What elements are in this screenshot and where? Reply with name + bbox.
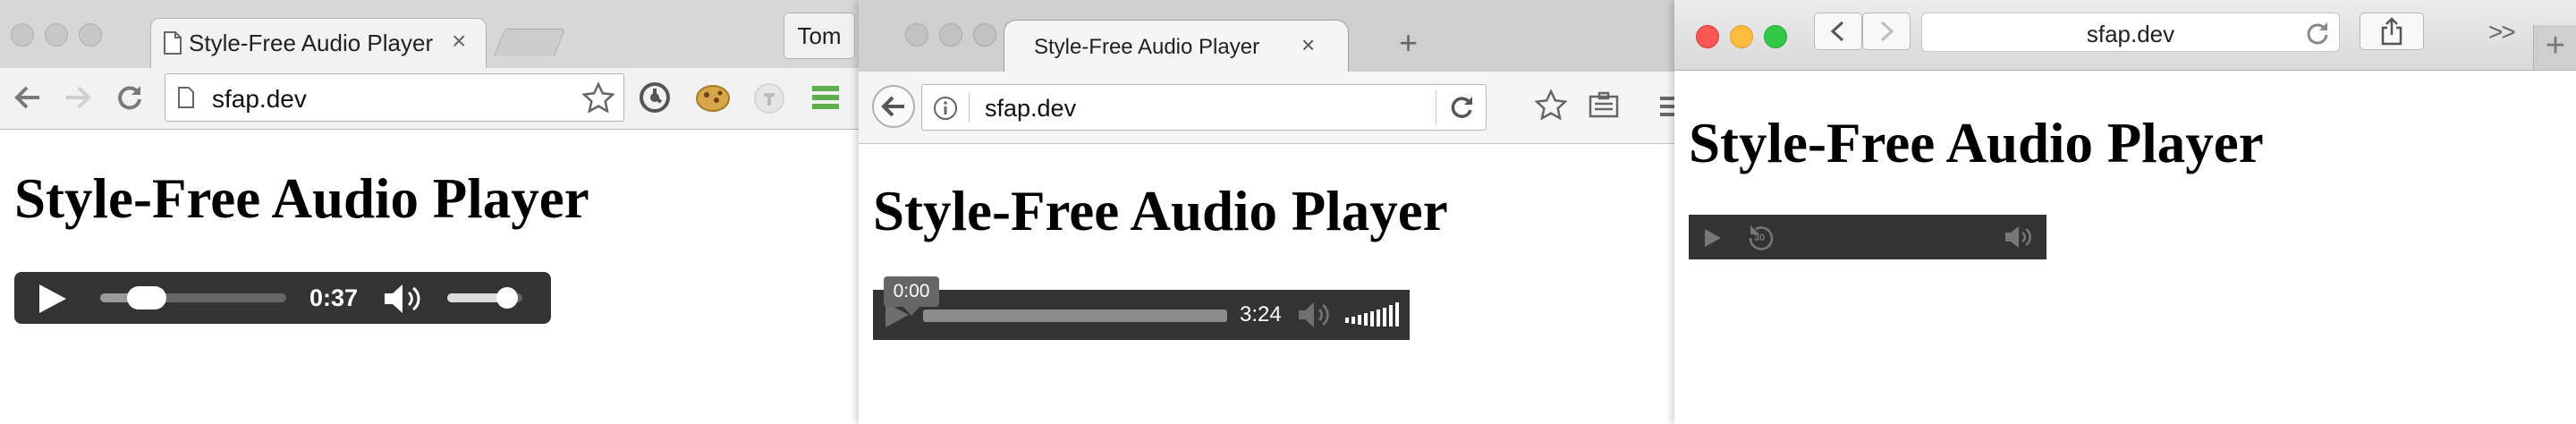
url-bar[interactable]: sfap.dev bbox=[921, 84, 1487, 131]
firefox-tab-strip: Style-Free Audio Player × + bbox=[859, 0, 1674, 73]
volume-level-bars[interactable] bbox=[1345, 301, 1404, 327]
seek-thumb[interactable] bbox=[127, 286, 166, 310]
chrome-tab-strip: Style-Free Audio Player × Tom bbox=[0, 0, 859, 69]
safari-window: sfap.dev >> + Style-Free Audio Player 30 bbox=[1674, 0, 2576, 424]
audio-player: 0:37 bbox=[14, 272, 551, 324]
volume-icon[interactable] bbox=[383, 283, 426, 315]
volume-thumb[interactable] bbox=[496, 287, 519, 309]
window-minimize-button[interactable] bbox=[1730, 25, 1753, 48]
new-tab-button[interactable]: + bbox=[1399, 27, 1418, 59]
forward-icon[interactable] bbox=[64, 84, 93, 111]
forward-button[interactable] bbox=[1862, 13, 1911, 50]
cookie-icon[interactable] bbox=[694, 81, 732, 114]
extension-icon[interactable] bbox=[637, 81, 673, 114]
menu-icon[interactable] bbox=[1660, 95, 1674, 118]
page-icon bbox=[164, 31, 182, 55]
volume-icon[interactable] bbox=[2004, 225, 2034, 249]
overflow-button[interactable]: >> bbox=[2488, 18, 2516, 47]
current-time: 0:37 bbox=[309, 284, 359, 311]
audio-player: 3:24 bbox=[873, 290, 1410, 340]
window-minimize-button[interactable] bbox=[45, 23, 68, 47]
share-icon bbox=[2380, 17, 2403, 46]
window-zoom-button[interactable] bbox=[1764, 25, 1787, 48]
safari-toolbar: sfap.dev >> + bbox=[1674, 0, 2576, 71]
profile-button[interactable]: Tom bbox=[784, 13, 855, 59]
seek-slider[interactable] bbox=[100, 286, 286, 310]
window-close-button[interactable] bbox=[11, 23, 34, 47]
tooltip-pointer bbox=[903, 307, 919, 316]
play-icon[interactable] bbox=[1703, 227, 1723, 249]
seek-tooltip: 0:00 bbox=[884, 276, 939, 307]
back-icon[interactable] bbox=[871, 84, 916, 129]
url-divider bbox=[969, 92, 970, 123]
play-icon[interactable] bbox=[38, 283, 68, 315]
reload-icon[interactable] bbox=[2305, 21, 2330, 46]
forward-icon bbox=[1879, 21, 1895, 42]
extension-icon[interactable] bbox=[753, 82, 785, 114]
skip-back-icon[interactable]: 30 bbox=[1748, 225, 1775, 251]
chrome-active-tab[interactable]: Style-Free Audio Player × bbox=[150, 18, 487, 69]
omnibox[interactable]: sfap.dev bbox=[165, 73, 624, 122]
tab-title: Style-Free Audio Player bbox=[1033, 35, 1260, 59]
back-button[interactable] bbox=[1814, 13, 1862, 50]
menu-icon[interactable] bbox=[810, 84, 841, 111]
firefox-window: Style-Free Audio Player × + sfap.dev Sty… bbox=[859, 0, 1674, 424]
page-heading: Style-Free Audio Player bbox=[1689, 112, 2264, 174]
url-text: sfap.dev bbox=[212, 85, 307, 113]
tab-title: Style-Free Audio Player bbox=[189, 30, 434, 56]
back-icon[interactable] bbox=[13, 84, 41, 111]
seek-slider[interactable] bbox=[923, 310, 1227, 322]
page-icon bbox=[178, 87, 194, 108]
url-text: sfap.dev bbox=[985, 95, 1077, 122]
new-tab-button[interactable]: + bbox=[2533, 25, 2576, 70]
volume-slider[interactable] bbox=[447, 287, 522, 309]
duration-time: 3:24 bbox=[1240, 302, 1282, 326]
info-icon[interactable] bbox=[933, 96, 958, 121]
volume-icon[interactable] bbox=[1297, 301, 1333, 329]
window-zoom-button[interactable] bbox=[973, 23, 996, 47]
star-icon[interactable] bbox=[582, 82, 614, 113]
window-close-button[interactable] bbox=[905, 23, 928, 47]
tab-close-button[interactable]: × bbox=[452, 28, 466, 55]
audio-player: 30 bbox=[1689, 215, 2046, 259]
reload-icon[interactable] bbox=[116, 84, 143, 111]
new-tab-button[interactable] bbox=[493, 29, 566, 56]
page-heading: Style-Free Audio Player bbox=[873, 180, 1448, 242]
firefox-nav-bar: sfap.dev bbox=[859, 72, 1674, 144]
chrome-toolbar: sfap.dev bbox=[0, 68, 859, 130]
firefox-active-tab[interactable]: Style-Free Audio Player × bbox=[1004, 20, 1349, 73]
window-zoom-button[interactable] bbox=[79, 23, 102, 47]
window-close-button[interactable] bbox=[1696, 25, 1719, 48]
window-minimize-button[interactable] bbox=[939, 23, 962, 47]
chrome-window: Style-Free Audio Player × Tom sfap.dev S… bbox=[0, 0, 859, 424]
tab-close-button[interactable]: × bbox=[1301, 31, 1315, 58]
share-button[interactable] bbox=[2360, 13, 2424, 50]
address-bar[interactable]: sfap.dev bbox=[1921, 13, 2340, 52]
url-text: sfap.dev bbox=[2086, 21, 2175, 47]
skip-back-label: 30 bbox=[1754, 233, 1766, 243]
reload-icon[interactable] bbox=[1448, 94, 1475, 121]
reading-list-icon[interactable] bbox=[1589, 91, 1619, 118]
back-icon bbox=[1829, 21, 1845, 42]
star-icon[interactable] bbox=[1535, 89, 1567, 120]
page-heading: Style-Free Audio Player bbox=[14, 167, 589, 230]
